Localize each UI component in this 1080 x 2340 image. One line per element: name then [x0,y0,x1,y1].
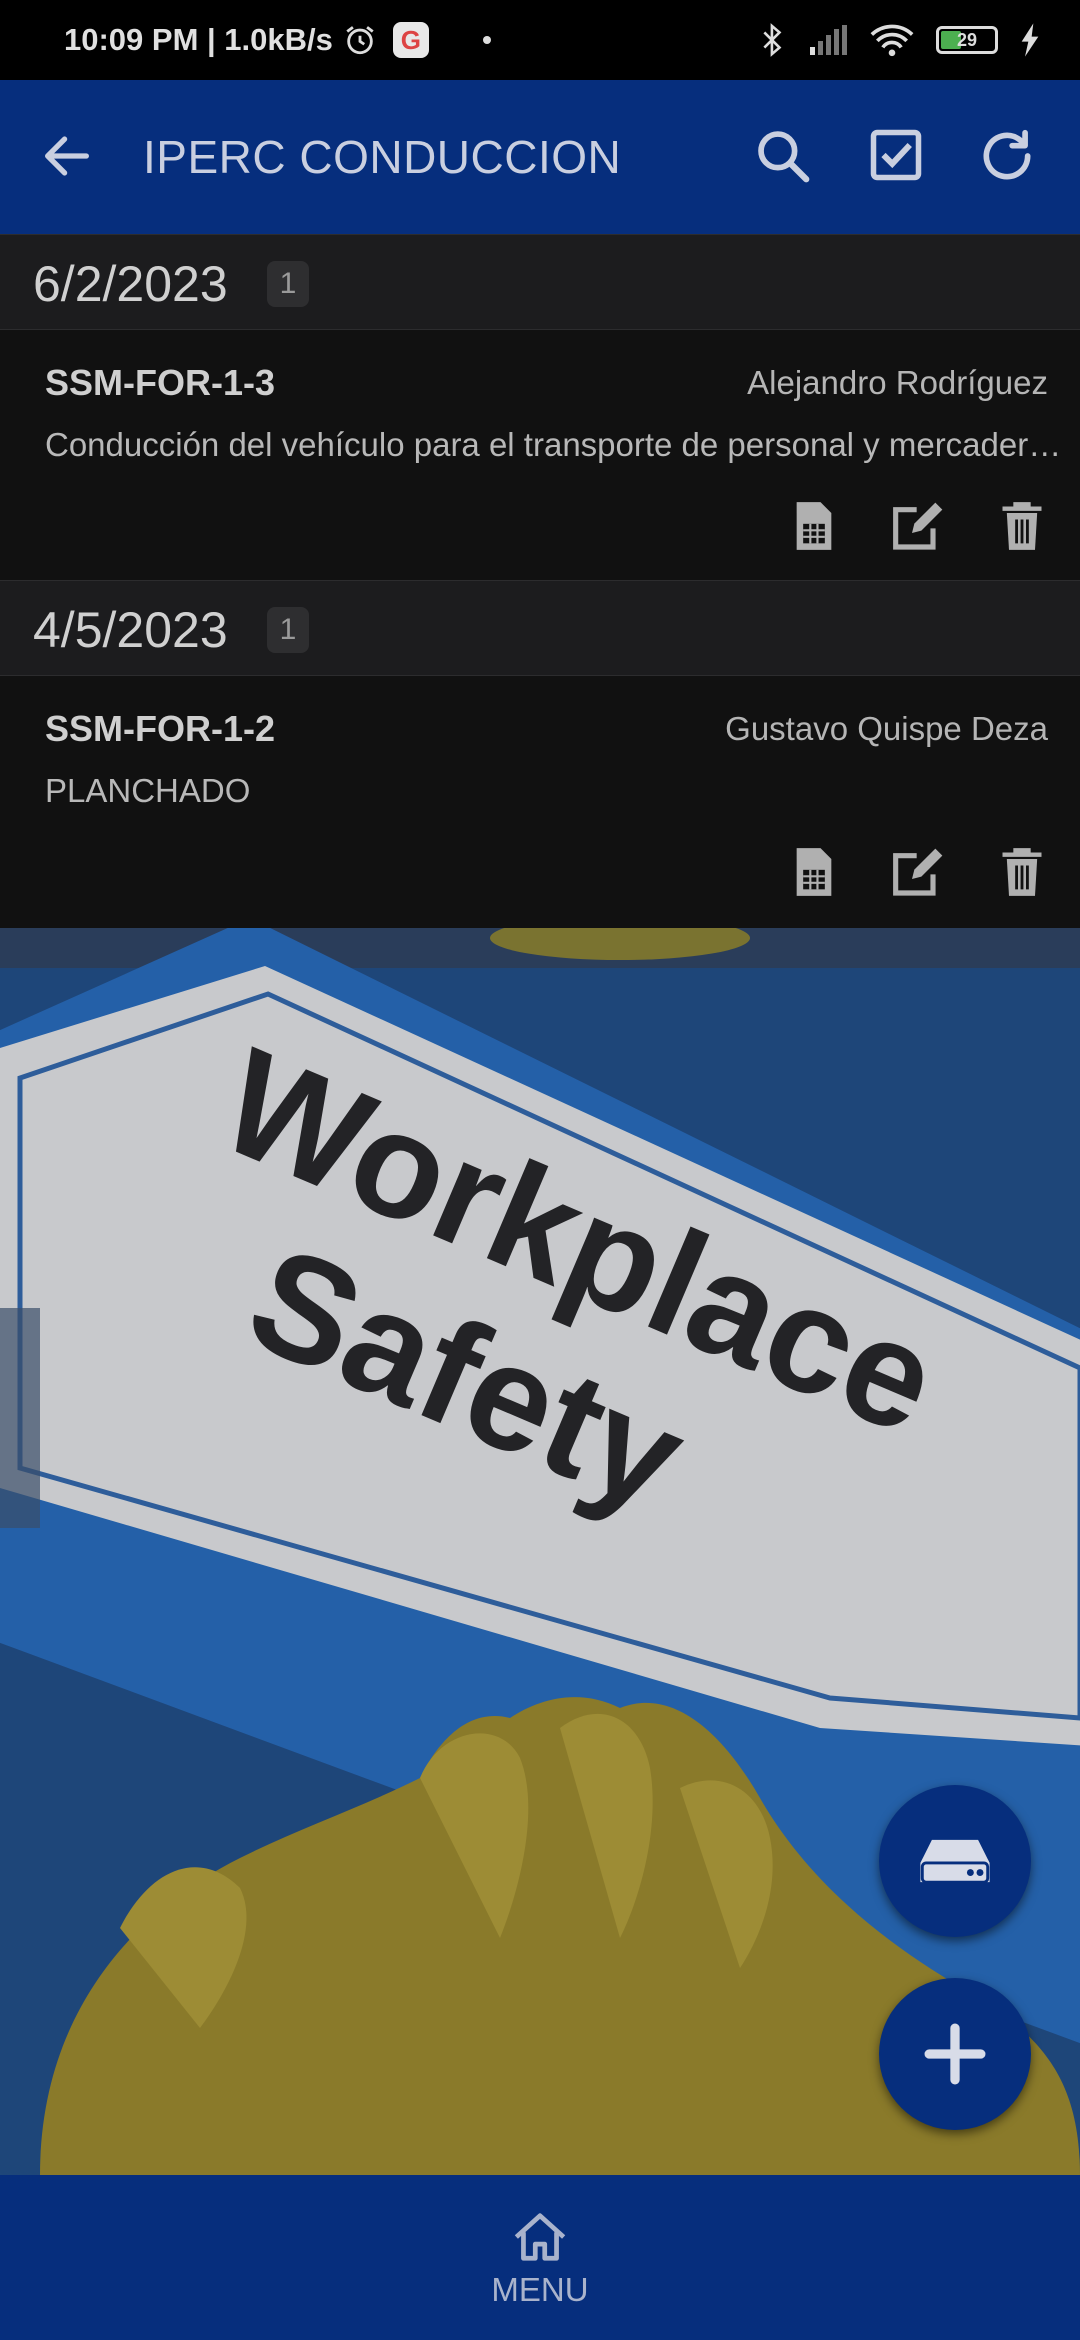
date-group-header: 6/2/2023 1 [0,234,1080,330]
record-code: SSM-FOR-1-3 [45,362,276,403]
plus-icon [924,2023,986,2085]
add-record-button[interactable] [879,1978,1031,2130]
record-owner: Alejandro Rodríguez [747,364,1048,401]
status-right: 29 [760,22,1040,58]
battery-level: 29 [956,29,978,50]
delete-icon[interactable] [999,500,1045,557]
storage-drive-icon [920,1839,990,1884]
google-icon: G [392,22,429,58]
group-date: 6/2/2023 [33,256,228,312]
refresh-icon[interactable] [976,125,1038,192]
page-title: IPERC CONDUCCION [143,131,622,183]
record-code: SSM-FOR-1-2 [45,708,276,749]
notification-dot [482,36,491,44]
home-icon [514,2213,566,2261]
charging-icon [1020,23,1040,57]
record-owner: Gustavo Quispe Deza [725,710,1048,747]
menu-nav-item[interactable]: MENU [480,2175,600,2340]
spreadsheet-icon[interactable] [791,846,837,903]
group-date: 4/5/2023 [33,602,228,658]
record-description: PLANCHADO [45,772,251,809]
record-description: Conducción del vehículo para el transpor… [45,426,1065,463]
alarm-icon [343,23,377,57]
bluetooth-icon [760,22,786,58]
bottom-navigation: MENU [0,2175,1080,2340]
spreadsheet-icon[interactable] [791,500,837,557]
search-icon[interactable] [752,125,814,192]
list-item[interactable]: SSM-FOR-1-3 Alejandro Rodríguez Conducci… [0,330,1080,580]
status-left: 10:09 PM | 1.0kB/s G [64,22,491,58]
delete-icon[interactable] [999,846,1045,903]
app-bar: IPERC CONDUCCION [0,80,1080,234]
status-time: 10:09 PM | 1.0kB/s [64,22,333,57]
signal-icon [808,25,848,55]
status-bar: 10:09 PM | 1.0kB/s G 29 [0,0,1080,80]
date-group-header: 4/5/2023 1 [0,580,1080,676]
sync-storage-button[interactable] [879,1785,1031,1937]
menu-label: MENU [491,2271,589,2308]
edit-icon[interactable] [891,500,947,557]
select-all-checkbox-icon[interactable] [866,125,926,190]
battery-icon: 29 [936,26,998,54]
list-item[interactable]: SSM-FOR-1-2 Gustavo Quispe Deza PLANCHAD… [0,676,1080,928]
back-arrow-icon[interactable] [38,127,96,190]
group-count-badge: 1 [267,607,309,653]
edit-icon[interactable] [891,846,947,903]
wifi-icon [870,23,914,57]
group-count-badge: 1 [267,261,309,307]
